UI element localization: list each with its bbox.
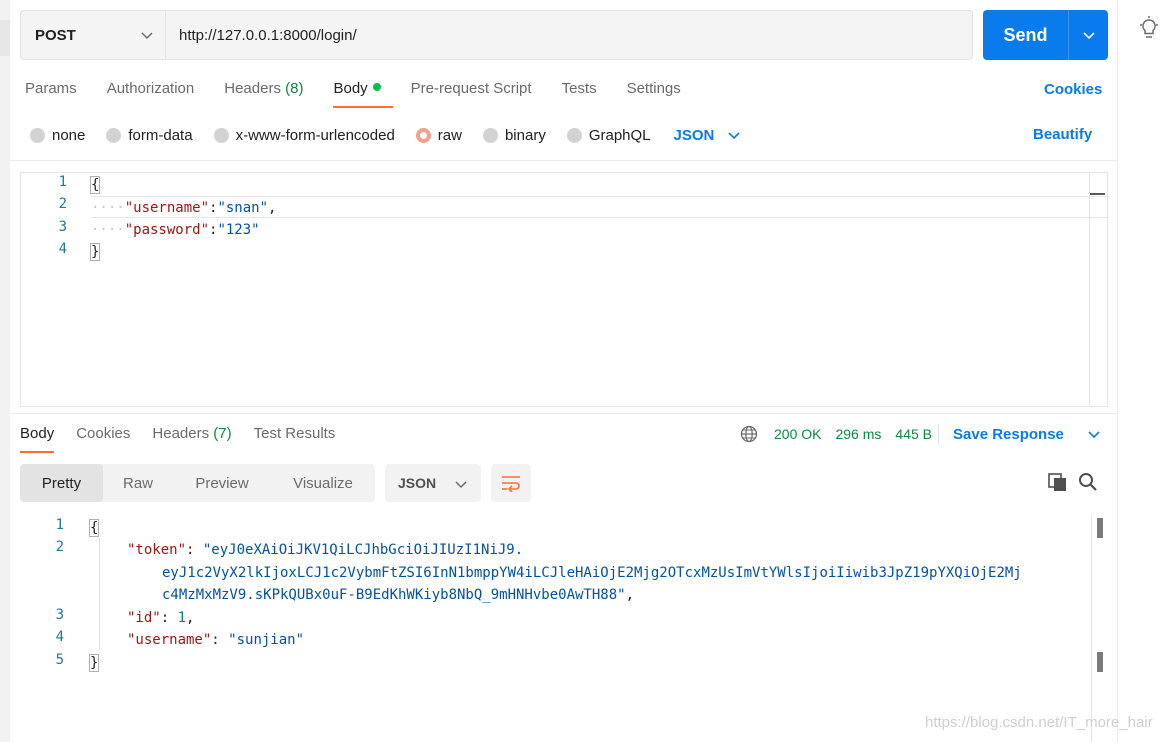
tab-pre-request-script[interactable]: Pre-request Script [411, 80, 532, 108]
radio-binary[interactable]: binary [482, 127, 546, 144]
lightbulb-icon[interactable] [1138, 16, 1160, 42]
response-format-select[interactable]: JSON [385, 464, 481, 502]
code-line: { [89, 176, 101, 194]
divider [10, 160, 1117, 161]
watermark: https://blog.csdn.net/IT_more_hair [925, 714, 1153, 731]
overview-ruler-marker [1090, 193, 1105, 195]
view-visualize[interactable]: Visualize [271, 464, 375, 502]
code-line-wrapped: eyJ1c2VyX2lkIjoxLCJ1c2VybmFtZSI6InN1bmpp… [162, 565, 1022, 581]
tab-tests[interactable]: Tests [562, 80, 597, 108]
line-number: 5 [55, 652, 64, 668]
resp-tab-headers[interactable]: Headers (7) [152, 425, 231, 453]
method-select[interactable]: POST [20, 10, 165, 60]
radio-x-www-form-urlencoded[interactable]: x-www-form-urlencoded [213, 127, 395, 144]
send-options-button[interactable] [1069, 29, 1108, 41]
resp-tab-body[interactable]: Body [20, 425, 55, 453]
beautify-button[interactable]: Beautify [1033, 126, 1092, 143]
code-line: "username": "sunjian" [127, 632, 305, 648]
request-body-editor[interactable]: 1 2 3 4 { ····"username":"snan", ····"pa… [20, 172, 1108, 407]
response-status: 200 OK 296 ms 445 B Save Response [740, 424, 1114, 444]
indent-guide [99, 538, 100, 650]
chevron-down-icon [728, 132, 740, 140]
editor-scrollbar[interactable] [1089, 173, 1090, 406]
send-button[interactable]: Send [983, 10, 1108, 60]
left-panel-marker [0, 20, 10, 56]
resp-tab-cookies[interactable]: Cookies [76, 425, 130, 453]
scrollbar-marker [1097, 518, 1103, 538]
chevron-down-icon [1082, 32, 1095, 40]
tab-params[interactable]: Params [25, 80, 77, 108]
resp-tab-test-results[interactable]: Test Results [254, 425, 336, 453]
chevron-down-icon [1088, 431, 1100, 439]
radio-none[interactable]: none [30, 127, 85, 144]
right-sidebar [1117, 0, 1175, 742]
code-line: ····"password":"123" [91, 222, 260, 238]
radio-graphql[interactable]: GraphQL [566, 127, 651, 144]
resp-headers-count: (7) [213, 425, 232, 442]
url-input[interactable]: http://127.0.0.1:8000/login/ [165, 10, 973, 60]
wrap-lines-button[interactable] [491, 464, 531, 502]
response-size[interactable]: 445 B [895, 426, 932, 442]
radio-raw[interactable]: raw [415, 127, 462, 144]
code-line-current: ····"username":"snan", [91, 196, 1107, 218]
line-number: 3 [58, 219, 67, 235]
view-raw[interactable]: Raw [103, 464, 173, 502]
code-line: { [88, 519, 100, 537]
chevron-down-icon [455, 481, 467, 489]
view-mode-toggle: Pretty Raw Preview Visualize [20, 464, 375, 502]
line-number: 4 [58, 241, 67, 257]
wrap-lines-icon [502, 476, 520, 492]
cookies-link[interactable]: Cookies [1044, 81, 1102, 98]
line-number: 2 [58, 196, 67, 212]
line-number: 4 [55, 629, 64, 645]
scrollbar-marker [1097, 652, 1103, 672]
code-line-wrapped: c4MzMxMzV9.sKPkQUBx0uF-B9EdKhWKiyb8NbQ_9… [162, 587, 635, 603]
code-line: } [88, 654, 100, 672]
status-divider [938, 424, 939, 444]
send-label: Send [1003, 24, 1048, 45]
method-label: POST [35, 26, 76, 44]
line-number: 2 [55, 539, 64, 555]
body-format-select[interactable]: JSON [674, 127, 741, 144]
line-number: 1 [55, 517, 64, 533]
body-modified-dot [372, 83, 381, 91]
code-line: "id": 1, [127, 610, 195, 626]
view-preview[interactable]: Preview [173, 464, 271, 502]
view-pretty[interactable]: Pretty [20, 464, 103, 502]
status-code[interactable]: 200 OK [774, 426, 821, 442]
tab-body[interactable]: Body [333, 80, 393, 108]
radio-form-data[interactable]: form-data [106, 127, 193, 144]
tab-settings[interactable]: Settings [627, 80, 681, 108]
code-line: } [89, 243, 101, 261]
response-time[interactable]: 296 ms [835, 426, 881, 442]
chevron-down-icon [141, 32, 153, 40]
search-icon[interactable] [1078, 472, 1098, 492]
response-scrollbar-track[interactable] [1091, 516, 1092, 742]
line-number: 3 [55, 607, 64, 623]
tab-authorization[interactable]: Authorization [107, 80, 195, 108]
body-type-options: none form-data x-www-form-urlencoded raw… [30, 125, 740, 145]
response-tabs: Body Cookies Headers (7) Test Results [20, 425, 357, 453]
request-tabs: Params Authorization Headers (8) Body Pr… [25, 80, 711, 108]
response-body-viewer[interactable]: 1 2 3 4 5 { "token": "eyJ0eXAiOiJKV1QiLC… [20, 516, 1092, 742]
save-response-button[interactable]: Save Response [953, 426, 1100, 443]
headers-count: (8) [285, 80, 304, 97]
url-text: http://127.0.0.1:8000/login/ [179, 26, 357, 44]
code-line: "token": "eyJ0eXAiOiJKV1QiLCJhbGciOiJIUz… [127, 542, 524, 558]
line-number: 1 [58, 174, 67, 190]
globe-icon[interactable] [740, 425, 758, 443]
left-panel-edge [0, 0, 10, 742]
tab-headers[interactable]: Headers (8) [224, 80, 303, 108]
pane-divider[interactable] [10, 413, 1117, 414]
copy-icon[interactable] [1048, 473, 1068, 493]
